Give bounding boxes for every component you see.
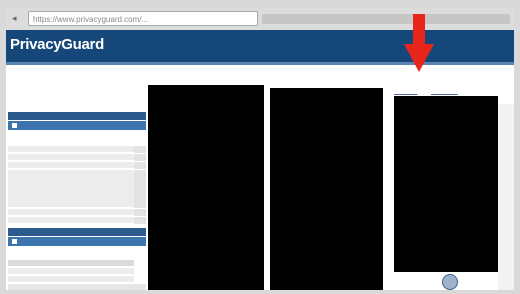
- footer-strip: [8, 284, 146, 290]
- corner-logo: [442, 274, 504, 290]
- brand-logo[interactable]: PrivacyGuard: [10, 36, 104, 53]
- form-row-label: [8, 170, 134, 208]
- section-subheader-2: [8, 237, 146, 246]
- section-header-2: [8, 228, 146, 236]
- form-row-value: [134, 162, 146, 170]
- redaction-block: [148, 85, 264, 290]
- form-row-label: [8, 217, 134, 224]
- checkbox[interactable]: [12, 239, 17, 244]
- form-row-label: [8, 260, 134, 267]
- checkbox[interactable]: [12, 123, 17, 128]
- form-row-value: [134, 209, 146, 217]
- red-down-arrow-icon: [404, 14, 434, 72]
- browser-toolbar: ◂ https://www.privacyguard.com/...: [6, 8, 514, 31]
- form-row-label: [8, 209, 134, 216]
- site-header: PrivacyGuard: [6, 30, 514, 62]
- browser-tab-strip: [262, 14, 510, 24]
- top-link-1[interactable]: [394, 89, 417, 95]
- redaction-block: [270, 88, 383, 290]
- form-row-value: [134, 217, 146, 225]
- address-bar[interactable]: https://www.privacyguard.com/...: [28, 11, 258, 26]
- right-panel-edge: [498, 104, 514, 290]
- form-row-label: [8, 146, 134, 153]
- globe-icon: [442, 274, 458, 290]
- section-subheader-1: [8, 121, 146, 130]
- top-links: [394, 89, 470, 95]
- form-row-value: [134, 170, 146, 209]
- form-row-label: [8, 162, 134, 169]
- browser-window: ◂ https://www.privacyguard.com/... Priva…: [6, 8, 514, 290]
- top-link-2[interactable]: [431, 89, 458, 95]
- back-arrow-icon[interactable]: ◂: [12, 13, 22, 23]
- form-row-label: [8, 276, 134, 283]
- redaction-block: [394, 96, 498, 272]
- section-header-1: [8, 112, 146, 120]
- form-row-label: [8, 268, 134, 275]
- form-row-value: [134, 154, 146, 162]
- form-row-label: [8, 154, 134, 161]
- form-row-value: [134, 146, 146, 154]
- header-accent-bar: [6, 62, 514, 65]
